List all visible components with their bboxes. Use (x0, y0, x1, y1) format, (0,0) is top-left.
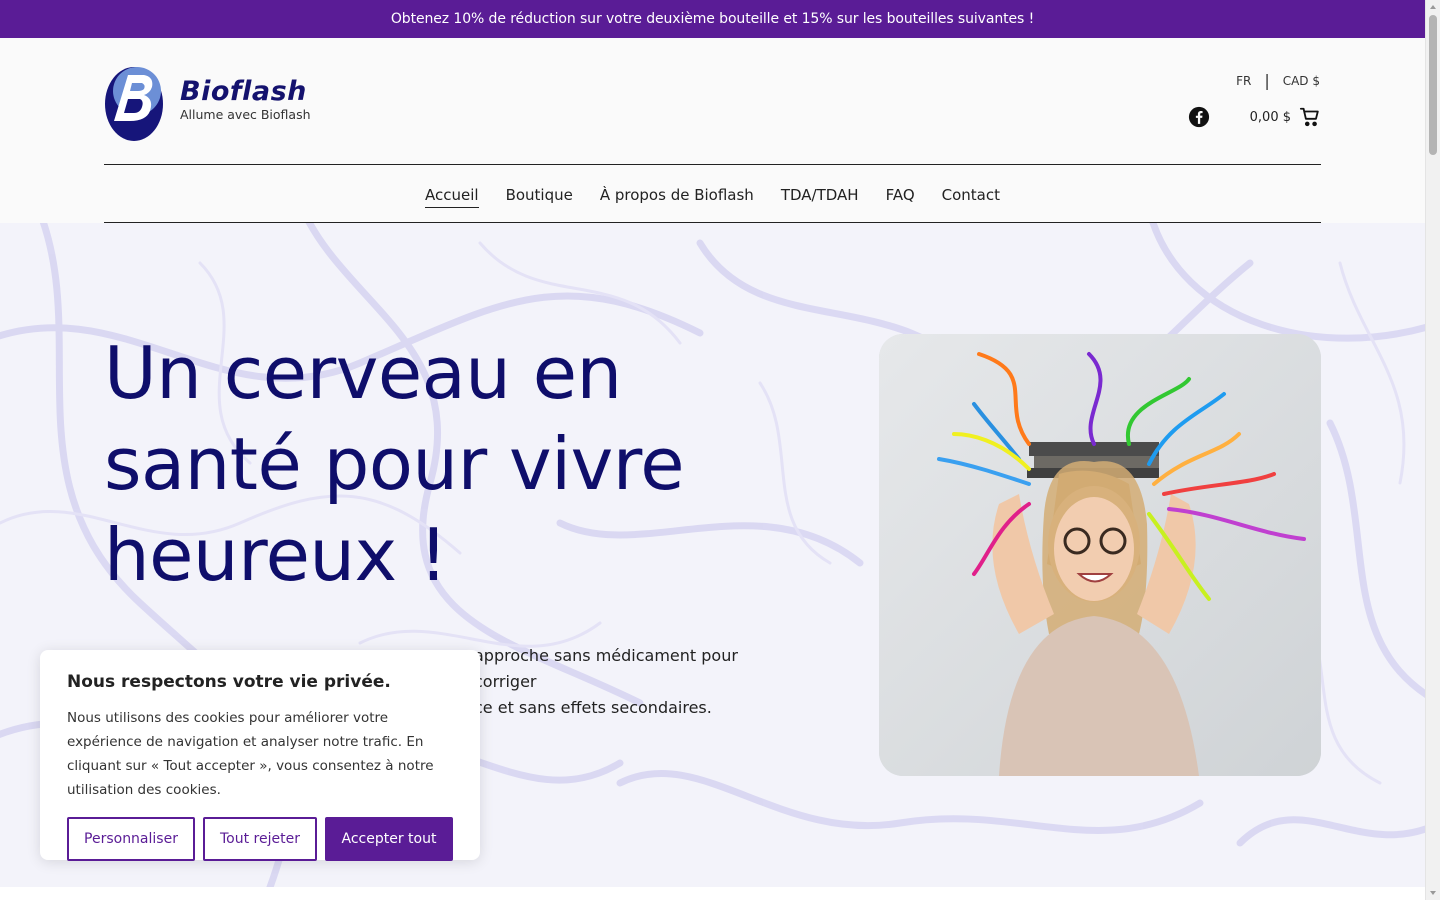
nav-item-boutique[interactable]: Boutique (506, 180, 573, 207)
nav-item-contact[interactable]: Contact (942, 180, 1000, 207)
brand-tagline: Allume avec Bioflash (180, 107, 311, 122)
promo-banner: Obtenez 10% de réduction sur votre deuxi… (0, 0, 1425, 38)
page-scrollbar[interactable] (1425, 0, 1440, 900)
site-header: Bioflash Allume avec Bioflash FR | CAD $… (0, 38, 1425, 223)
cookie-body: Nous utilisons des cookies pour améliore… (67, 710, 434, 798)
cart-icon[interactable] (1299, 106, 1321, 128)
customize-button[interactable]: Personnaliser (67, 817, 195, 861)
hero-title: Un cerveau en santé pour vivre heureux ! (104, 331, 685, 597)
accept-all-button[interactable]: Accepter tout (325, 817, 453, 861)
nav-item-accueil[interactable]: Accueil (425, 180, 479, 208)
locale-separator: | (1264, 71, 1270, 90)
nav-item-faq[interactable]: FAQ (886, 180, 915, 207)
currency-selector[interactable]: CAD $ (1283, 74, 1320, 88)
cart-total[interactable]: 0,00 $ (1250, 110, 1291, 125)
scroll-down-arrow-icon[interactable] (1430, 891, 1436, 895)
language-selector[interactable]: FR (1236, 74, 1251, 88)
scroll-up-arrow-icon[interactable] (1430, 5, 1436, 9)
cookie-banner: Nous respectons votre vie privée. Nous u… (40, 650, 480, 861)
promo-text: Obtenez 10% de réduction sur votre deuxi… (390, 11, 1035, 27)
hero-image (879, 334, 1321, 776)
nav-item-a-propos[interactable]: À propos de Bioflash (600, 180, 754, 207)
cookie-actions: Personnaliser Tout rejeter Accepter tout (67, 817, 453, 861)
brand: Bioflash Allume avec Bioflash (180, 76, 311, 122)
nav-item-tda-tdah[interactable]: TDA/TDAH (781, 180, 859, 207)
facebook-icon[interactable] (1188, 106, 1210, 128)
scroll-thumb[interactable] (1429, 15, 1437, 155)
cookie-title: Nous respectons votre vie privée. (67, 672, 391, 692)
page-below-fold (0, 887, 1425, 900)
logo-icon[interactable] (104, 63, 164, 141)
header-utilities: 0,00 $ (1188, 106, 1321, 128)
woman-with-arrows-illustration (879, 334, 1321, 776)
locale-selector: FR | CAD $ (1236, 71, 1320, 90)
brand-name[interactable]: Bioflash (180, 76, 311, 107)
main-nav: Accueil Boutique À propos de Bioflash TD… (104, 164, 1321, 223)
reject-all-button[interactable]: Tout rejeter (203, 817, 317, 861)
